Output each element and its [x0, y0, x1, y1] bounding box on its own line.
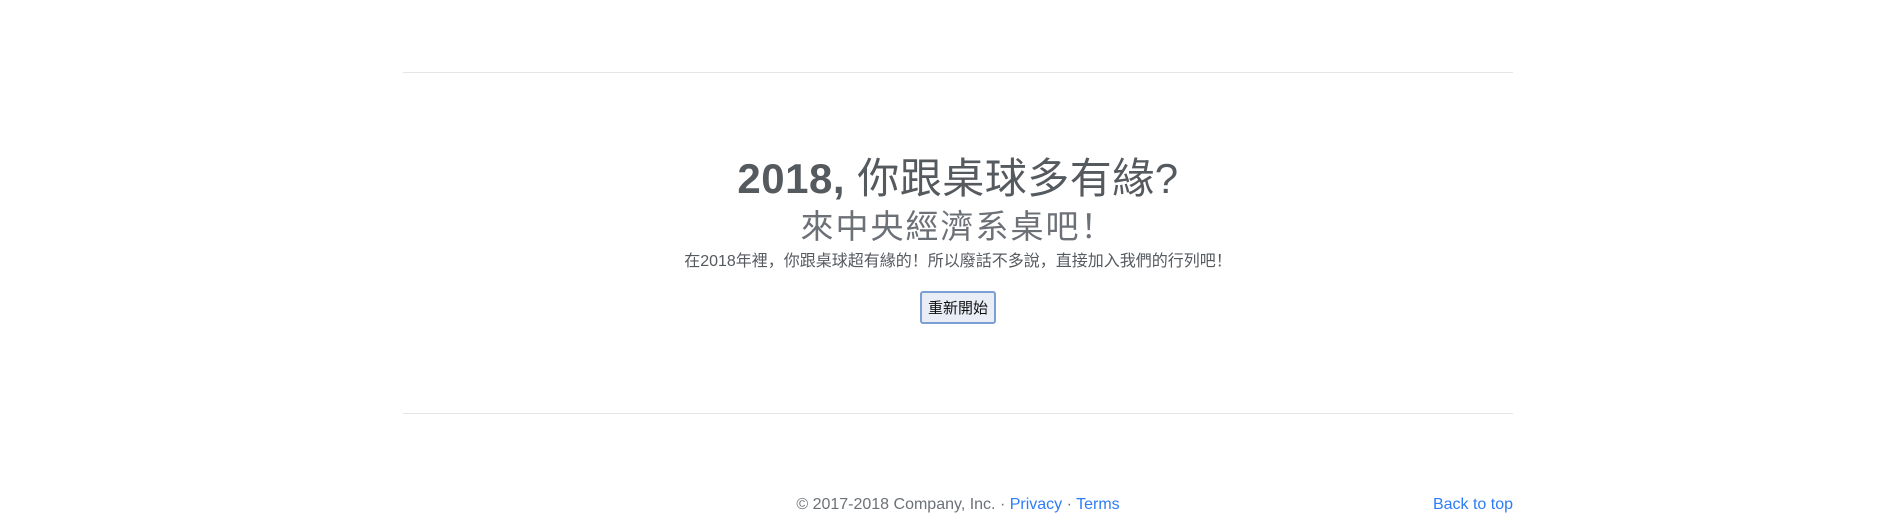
hero-section: 2018, 你跟桌球多有緣? 來中央經濟系桌吧！ 在2018年裡，你跟桌球超有緣…: [403, 152, 1513, 324]
restart-button[interactable]: 重新開始: [919, 291, 996, 324]
page-title: 2018, 你跟桌球多有緣?: [403, 152, 1513, 206]
privacy-link[interactable]: Privacy: [1010, 496, 1062, 513]
footer-separator: ·: [1062, 496, 1077, 513]
title-year: 2018,: [737, 155, 846, 202]
page-subtitle: 來中央經濟系桌吧！: [800, 208, 1116, 245]
copyright-text: © 2017-2018 Company, Inc. ·: [796, 496, 1010, 513]
top-divider: [403, 72, 1513, 73]
back-to-top-link[interactable]: Back to top: [1433, 494, 1513, 516]
footer: © 2017-2018 Company, Inc. · Privacy · Te…: [403, 494, 1513, 516]
lead-text: 在2018年裡，你跟桌球超有緣的！所以廢話不多說，直接加入我們的行列吧！: [684, 253, 1232, 270]
terms-link[interactable]: Terms: [1076, 496, 1120, 513]
footer-copyright-line: © 2017-2018 Company, Inc. · Privacy · Te…: [403, 494, 1513, 516]
title-question: 你跟桌球多有緣?: [845, 155, 1179, 202]
bottom-divider: [403, 413, 1513, 414]
